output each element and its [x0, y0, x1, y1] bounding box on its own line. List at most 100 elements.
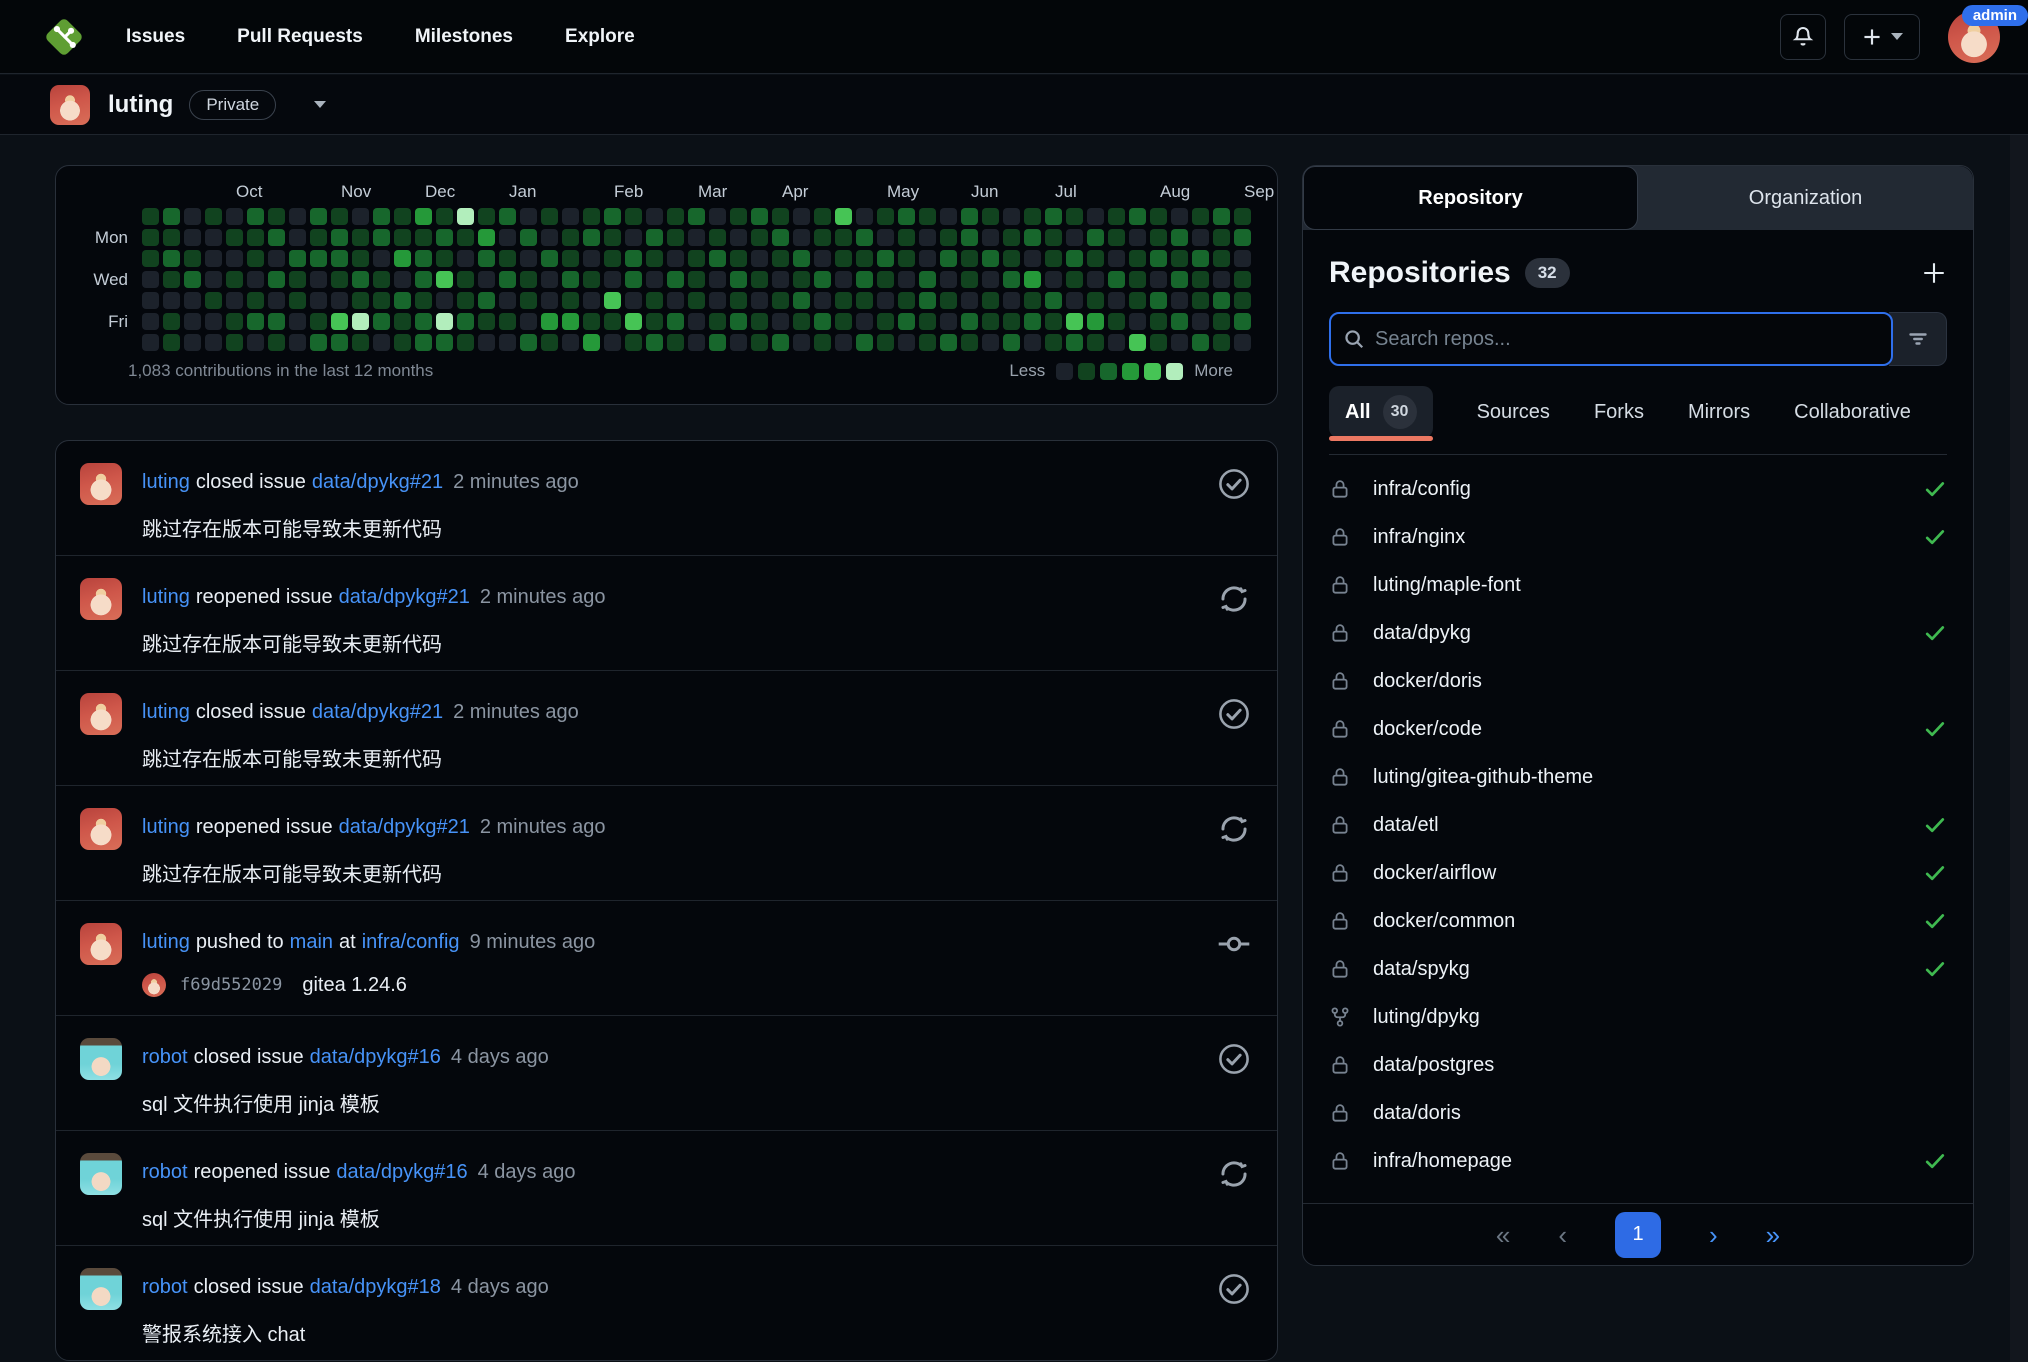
heatmap-cell[interactable] — [646, 334, 663, 351]
heatmap-cell[interactable] — [835, 229, 852, 246]
heatmap-cell[interactable] — [1066, 334, 1083, 351]
heatmap-cell[interactable] — [625, 250, 642, 267]
heatmap-cell[interactable] — [331, 334, 348, 351]
heatmap-cell[interactable] — [394, 250, 411, 267]
nav-explore[interactable]: Explore — [565, 26, 635, 48]
heatmap-cell[interactable] — [814, 313, 831, 330]
heatmap-cell[interactable] — [1087, 208, 1104, 225]
heatmap-cell[interactable] — [1024, 334, 1041, 351]
heatmap-cell[interactable] — [394, 292, 411, 309]
heatmap-cell[interactable] — [436, 313, 453, 330]
heatmap-cell[interactable] — [667, 313, 684, 330]
heatmap-cell[interactable] — [814, 229, 831, 246]
heatmap-cell[interactable] — [835, 250, 852, 267]
heatmap-cell[interactable] — [961, 292, 978, 309]
heatmap-cell[interactable] — [1129, 292, 1146, 309]
heatmap-cell[interactable] — [415, 271, 432, 288]
heatmap-cell[interactable] — [1171, 208, 1188, 225]
avatar[interactable] — [80, 923, 122, 965]
repo-name-link[interactable]: docker/code — [1373, 718, 1482, 741]
heatmap-cell[interactable] — [520, 334, 537, 351]
heatmap-cell[interactable] — [457, 250, 474, 267]
heatmap-cell[interactable] — [583, 208, 600, 225]
heatmap-cell[interactable] — [730, 292, 747, 309]
heatmap-cell[interactable] — [1108, 334, 1125, 351]
heatmap-cell[interactable] — [583, 250, 600, 267]
heatmap-cell[interactable] — [1192, 271, 1209, 288]
heatmap-cell[interactable] — [268, 292, 285, 309]
heatmap-cell[interactable] — [646, 313, 663, 330]
heatmap-cell[interactable] — [856, 229, 873, 246]
heatmap-cell[interactable] — [205, 250, 222, 267]
tab-repository[interactable]: Repository — [1303, 166, 1638, 230]
repo-link[interactable]: data/dpykg#21 — [339, 586, 470, 608]
heatmap-cell[interactable] — [604, 208, 621, 225]
repo-link[interactable]: data/dpykg#21 — [312, 701, 443, 723]
heatmap-cell[interactable] — [478, 208, 495, 225]
heatmap-cell[interactable] — [709, 208, 726, 225]
repo-name-link[interactable]: infra/nginx — [1373, 526, 1465, 549]
pagination-last-button[interactable]: » — [1766, 1222, 1780, 1248]
heatmap-cell[interactable] — [667, 250, 684, 267]
heatmap-cell[interactable] — [520, 229, 537, 246]
heatmap-cell[interactable] — [646, 271, 663, 288]
heatmap-cell[interactable] — [352, 334, 369, 351]
avatar[interactable] — [80, 578, 122, 620]
heatmap-cell[interactable] — [331, 271, 348, 288]
heatmap-cell[interactable] — [751, 250, 768, 267]
heatmap-cell[interactable] — [793, 313, 810, 330]
heatmap-cell[interactable] — [163, 292, 180, 309]
heatmap-cell[interactable] — [415, 208, 432, 225]
heatmap-cell[interactable] — [1213, 313, 1230, 330]
heatmap-cell[interactable] — [604, 292, 621, 309]
heatmap-cell[interactable] — [289, 334, 306, 351]
heatmap-cell[interactable] — [415, 250, 432, 267]
heatmap-cell[interactable] — [1045, 229, 1062, 246]
heatmap-cell[interactable] — [1150, 229, 1167, 246]
heatmap-cell[interactable] — [436, 208, 453, 225]
heatmap-cell[interactable] — [562, 250, 579, 267]
heatmap-cell[interactable] — [982, 313, 999, 330]
heatmap-cell[interactable] — [268, 250, 285, 267]
heatmap-cell[interactable] — [394, 313, 411, 330]
heatmap-cell[interactable] — [247, 250, 264, 267]
repo-list-item[interactable]: luting/gitea-github-theme — [1329, 753, 1947, 801]
repo-name-link[interactable]: docker/common — [1373, 910, 1515, 933]
heatmap-cell[interactable] — [772, 250, 789, 267]
heatmap-cell[interactable] — [142, 229, 159, 246]
heatmap-cell[interactable] — [1024, 292, 1041, 309]
repo-link[interactable]: data/dpykg#21 — [312, 471, 443, 493]
heatmap-cell[interactable] — [541, 208, 558, 225]
heatmap-cell[interactable] — [940, 271, 957, 288]
heatmap-cell[interactable] — [625, 271, 642, 288]
heatmap-cell[interactable] — [1171, 250, 1188, 267]
avatar[interactable] — [80, 1038, 122, 1080]
heatmap-cell[interactable] — [457, 208, 474, 225]
heatmap-cell[interactable] — [310, 229, 327, 246]
repo-list-item[interactable]: docker/doris — [1329, 657, 1947, 705]
repo-filter-button[interactable] — [1889, 312, 1947, 366]
heatmap-cell[interactable] — [898, 334, 915, 351]
heatmap-cell[interactable] — [877, 334, 894, 351]
heatmap-cell[interactable] — [898, 271, 915, 288]
heatmap-cell[interactable] — [730, 313, 747, 330]
heatmap-cell[interactable] — [163, 334, 180, 351]
heatmap-cell[interactable] — [1087, 229, 1104, 246]
heatmap-cell[interactable] — [541, 313, 558, 330]
heatmap-cell[interactable] — [1003, 313, 1020, 330]
heatmap-cell[interactable] — [226, 250, 243, 267]
heatmap-cell[interactable] — [1003, 250, 1020, 267]
heatmap-cell[interactable] — [1213, 292, 1230, 309]
heatmap-cell[interactable] — [856, 208, 873, 225]
heatmap-cell[interactable] — [457, 229, 474, 246]
heatmap-cell[interactable] — [898, 229, 915, 246]
heatmap-cell[interactable] — [730, 250, 747, 267]
search-input[interactable] — [1375, 327, 1879, 351]
heatmap-cell[interactable] — [982, 292, 999, 309]
heatmap-cell[interactable] — [1192, 229, 1209, 246]
heatmap-cell[interactable] — [730, 208, 747, 225]
heatmap-cell[interactable] — [688, 292, 705, 309]
heatmap-cell[interactable] — [184, 229, 201, 246]
avatar[interactable] — [80, 1153, 122, 1195]
heatmap-cell[interactable] — [625, 229, 642, 246]
